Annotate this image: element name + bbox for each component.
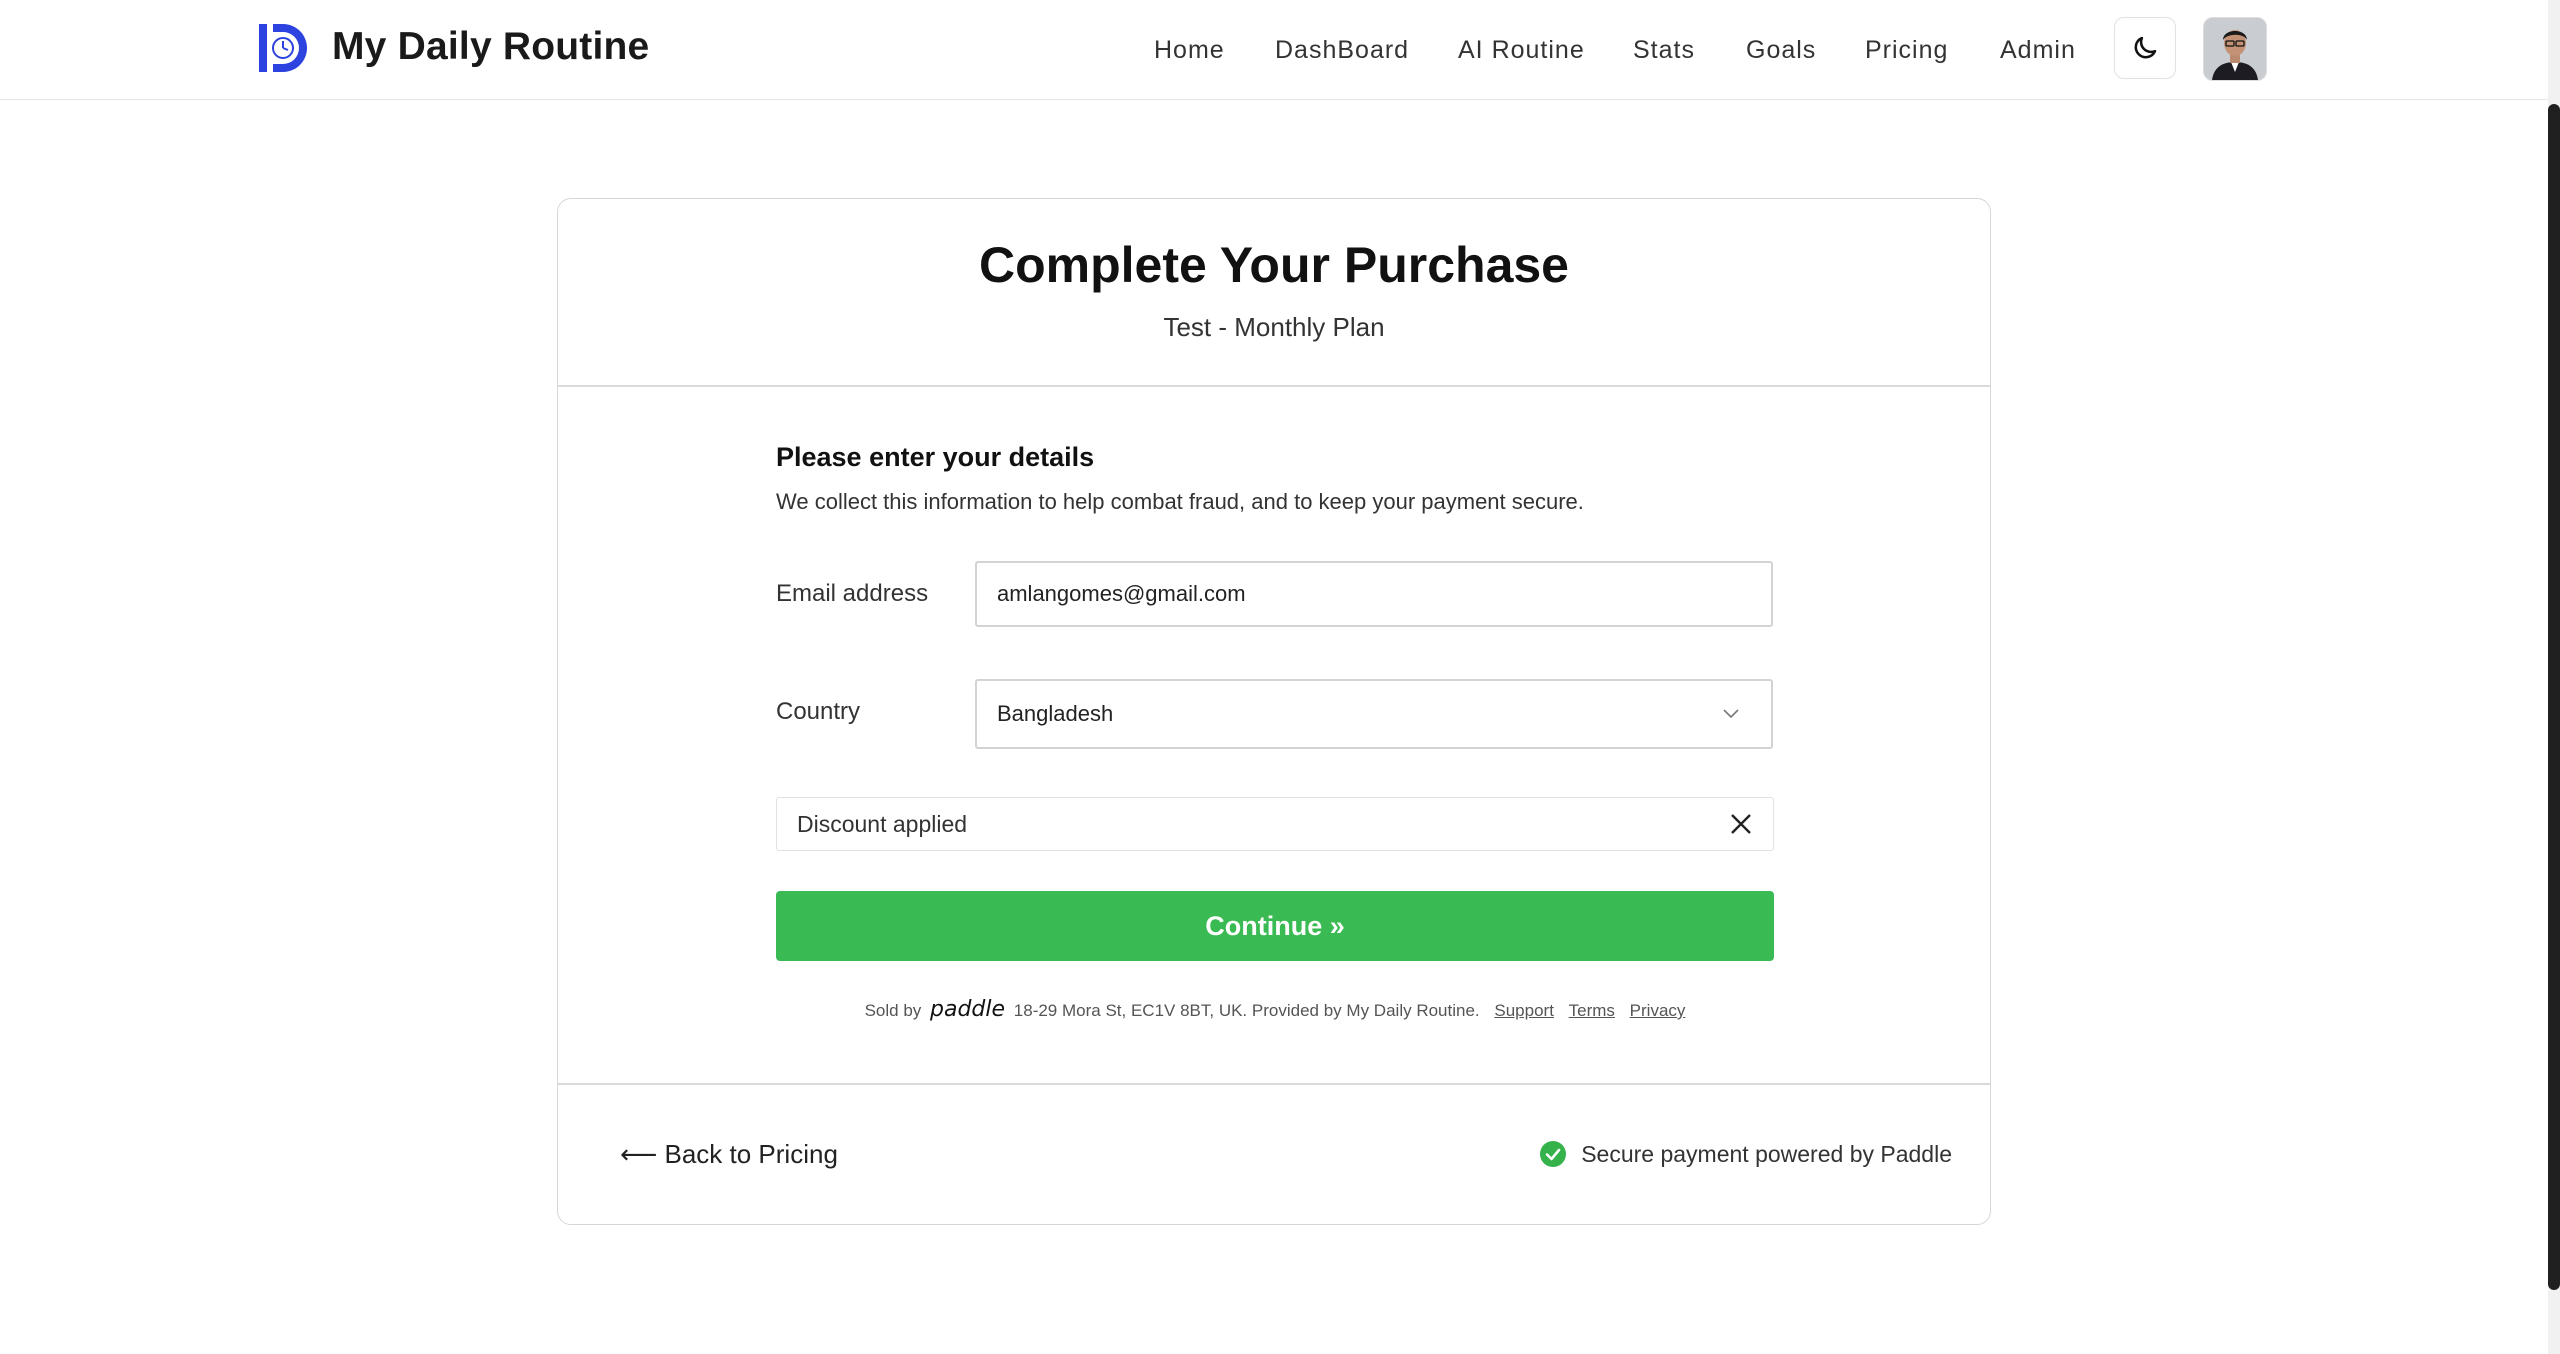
nav-stats[interactable]: Stats [1633, 30, 1695, 70]
sold-by-label: Sold by [864, 1001, 922, 1020]
country-selected-value: Bangladesh [997, 701, 1114, 726]
secure-payment-note: Secure payment powered by Paddle [1539, 1135, 1952, 1173]
app-logo-icon[interactable] [257, 22, 309, 74]
top-navbar: My Daily Routine Home DashBoard AI Routi… [0, 0, 2548, 100]
privacy-link[interactable]: Privacy [1630, 1001, 1686, 1020]
check-circle-icon [1540, 1141, 1567, 1167]
plan-name: Test - Monthly Plan [1163, 312, 1385, 342]
nav-ai-routine[interactable]: AI Routine [1458, 30, 1585, 70]
continue-button[interactable]: Continue » [776, 891, 1774, 961]
provided-by-label: Provided by [1251, 1001, 1342, 1020]
seller-info: Sold by paddle 18-29 Mora St, EC1V 8BT, … [776, 997, 1774, 1024]
form-heading: Please enter your details [776, 442, 1095, 472]
brand-name[interactable]: My Daily Routine [332, 20, 649, 74]
theme-toggle-button[interactable] [2114, 17, 2176, 79]
support-link[interactable]: Support [1494, 1001, 1554, 1020]
provider-name: My Daily Routine. [1346, 1001, 1480, 1020]
checkout-card: Complete Your Purchase Test - Monthly Pl… [557, 198, 1991, 1225]
user-avatar[interactable] [2203, 17, 2267, 81]
page-title: Complete Your Purchase [979, 237, 1569, 293]
checkout-card-header: Complete Your Purchase Test - Monthly Pl… [558, 199, 1990, 387]
email-label: Email address [776, 580, 929, 607]
page-scrollbar[interactable] [2548, 0, 2560, 1354]
paddle-logo[interactable]: paddle [930, 997, 1005, 1022]
nav-dashboard[interactable]: DashBoard [1275, 30, 1409, 70]
moon-icon [2134, 36, 2157, 59]
seller-address: 18-29 Mora St, EC1V 8BT, UK. [1013, 1001, 1248, 1020]
form-description: We collect this information to help comb… [776, 489, 1584, 514]
discount-banner: Discount applied [776, 797, 1774, 851]
secure-payment-text: Secure payment powered by Paddle [1581, 1140, 1952, 1167]
email-field[interactable] [975, 561, 1773, 627]
checkout-card-footer: ⟵ Back to Pricing Secure payment powered… [558, 1083, 1990, 1226]
terms-link[interactable]: Terms [1569, 1001, 1615, 1020]
nav-home[interactable]: Home [1154, 30, 1225, 70]
close-icon[interactable] [1727, 810, 1755, 838]
nav-goals[interactable]: Goals [1746, 30, 1816, 70]
back-to-pricing-link[interactable]: ⟵ Back to Pricing [620, 1135, 838, 1173]
scrollbar-thumb[interactable] [2548, 104, 2560, 1290]
chevron-down-icon [1723, 709, 1739, 719]
discount-text: Discount applied [797, 811, 968, 837]
country-select[interactable]: Bangladesh [975, 679, 1773, 749]
nav-pricing[interactable]: Pricing [1865, 30, 1948, 70]
avatar-image-icon [2204, 18, 2266, 80]
nav-admin[interactable]: Admin [2000, 30, 2076, 70]
country-label: Country [776, 698, 861, 725]
